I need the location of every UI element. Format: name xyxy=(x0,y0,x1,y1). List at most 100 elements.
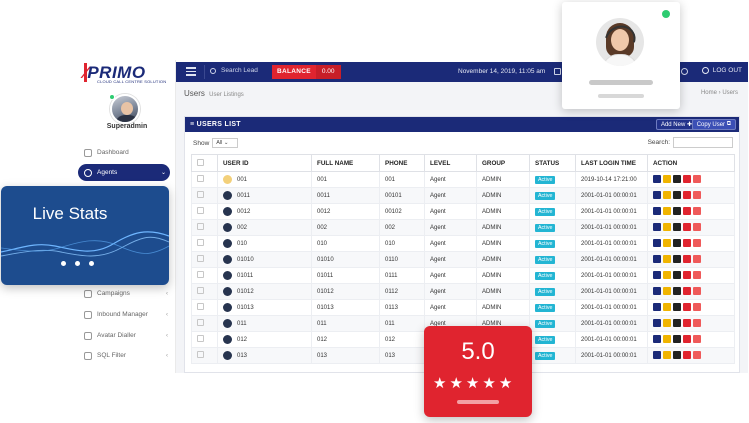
view-user-icon[interactable] xyxy=(653,238,661,247)
sidebar-item-inbound-manager[interactable]: Inbound Manager ‹ xyxy=(78,306,172,323)
view-user-icon[interactable] xyxy=(653,334,661,343)
view-user-icon[interactable] xyxy=(653,350,661,359)
settings-icon[interactable] xyxy=(673,206,681,215)
delete-icon[interactable] xyxy=(683,270,691,279)
sidebar-item-campaigns[interactable]: Campaigns ‹ xyxy=(78,285,172,302)
settings-icon[interactable] xyxy=(673,174,681,183)
row-select-cell[interactable] xyxy=(191,235,218,252)
sidebar-item-agents[interactable]: Agents ⌄ xyxy=(78,164,170,181)
row-select-cell[interactable] xyxy=(191,347,218,364)
delete-icon[interactable] xyxy=(683,302,691,311)
search-lead-button[interactable]: Search Lead xyxy=(210,67,258,74)
row-checkbox[interactable] xyxy=(197,207,204,214)
row-select-cell[interactable] xyxy=(191,299,218,316)
row-checkbox[interactable] xyxy=(197,335,204,342)
row-checkbox[interactable] xyxy=(197,223,204,230)
column-header-level[interactable]: LEVEL xyxy=(424,154,477,172)
edit-icon[interactable] xyxy=(663,222,671,231)
add-new-button[interactable]: Add New ✚ xyxy=(655,119,697,130)
view-user-icon[interactable] xyxy=(653,286,661,295)
settings-icon[interactable] xyxy=(673,350,681,359)
column-header-status[interactable]: STATUS xyxy=(529,154,576,172)
settings-icon[interactable] xyxy=(673,270,681,279)
disable-icon[interactable] xyxy=(693,238,701,247)
table-row[interactable]: 0012 0012 00102 Agent ADMIN Active 2001-01-01 … xyxy=(191,203,735,220)
disable-icon[interactable] xyxy=(693,174,701,183)
settings-icon[interactable] xyxy=(673,190,681,199)
copy-user-button[interactable]: Copy User ⧉ xyxy=(691,119,736,130)
delete-icon[interactable] xyxy=(683,286,691,295)
row-checkbox[interactable] xyxy=(197,191,204,198)
disable-icon[interactable] xyxy=(693,350,701,359)
view-user-icon[interactable] xyxy=(653,222,661,231)
delete-icon[interactable] xyxy=(683,318,691,327)
column-header-group[interactable]: GROUP xyxy=(476,154,530,172)
view-user-icon[interactable] xyxy=(653,174,661,183)
delete-icon[interactable] xyxy=(683,190,691,199)
table-row[interactable]: 01011 01011 0111 Agent ADMIN Active 2001-01-01… xyxy=(191,267,735,284)
edit-icon[interactable] xyxy=(663,238,671,247)
view-user-icon[interactable] xyxy=(653,302,661,311)
column-header-user-id[interactable]: USER ID xyxy=(217,154,312,172)
view-user-icon[interactable] xyxy=(653,254,661,263)
table-row[interactable]: 01010 01010 0110 Agent ADMIN Active 2001-01-01… xyxy=(191,251,735,268)
edit-icon[interactable] xyxy=(663,334,671,343)
brand-logo[interactable]: ⁄PRIMO CLOUD CALL CENTRE SOLUTION xyxy=(84,62,176,84)
row-select-cell[interactable] xyxy=(191,331,218,348)
row-select-cell[interactable] xyxy=(191,187,218,204)
row-checkbox[interactable] xyxy=(197,175,204,182)
row-select-cell[interactable] xyxy=(191,171,218,188)
edit-icon[interactable] xyxy=(663,270,671,279)
disable-icon[interactable] xyxy=(693,318,701,327)
delete-icon[interactable] xyxy=(683,238,691,247)
settings-icon[interactable] xyxy=(673,302,681,311)
edit-icon[interactable] xyxy=(663,350,671,359)
column-header-full-name[interactable]: FULL NAME xyxy=(311,154,380,172)
settings-icon[interactable] xyxy=(673,238,681,247)
table-row[interactable]: 01012 01012 0112 Agent ADMIN Active 2001-01-01… xyxy=(191,283,735,300)
edit-icon[interactable] xyxy=(663,254,671,263)
sidebar-item-sql-filter[interactable]: SQL Filter ‹ xyxy=(78,347,172,364)
disable-icon[interactable] xyxy=(693,206,701,215)
table-row[interactable]: 01013 01013 0113 Agent ADMIN Active 2001-01-01… xyxy=(191,299,735,316)
disable-icon[interactable] xyxy=(693,334,701,343)
show-entries-select[interactable]: All ⌄ xyxy=(212,138,239,148)
headset-icon[interactable] xyxy=(681,68,688,75)
more-dots-icon[interactable] xyxy=(61,261,94,266)
settings-icon[interactable] xyxy=(673,222,681,231)
select-all-checkbox[interactable] xyxy=(197,158,204,166)
row-checkbox[interactable] xyxy=(197,287,204,294)
edit-icon[interactable] xyxy=(663,286,671,295)
search-input[interactable] xyxy=(673,137,733,148)
table-row[interactable]: 0011 0011 00101 Agent ADMIN Active 2001-01-01 … xyxy=(191,187,735,204)
edit-icon[interactable] xyxy=(663,174,671,183)
delete-icon[interactable] xyxy=(683,334,691,343)
row-select-cell[interactable] xyxy=(191,219,218,236)
view-user-icon[interactable] xyxy=(653,270,661,279)
row-checkbox[interactable] xyxy=(197,319,204,326)
disable-icon[interactable] xyxy=(693,302,701,311)
disable-icon[interactable] xyxy=(693,254,701,263)
settings-icon[interactable] xyxy=(673,334,681,343)
edit-icon[interactable] xyxy=(663,318,671,327)
edit-icon[interactable] xyxy=(663,190,671,199)
edit-icon[interactable] xyxy=(663,206,671,215)
row-select-cell[interactable] xyxy=(191,267,218,284)
column-header-select[interactable] xyxy=(191,154,218,172)
row-checkbox[interactable] xyxy=(197,255,204,262)
row-select-cell[interactable] xyxy=(191,251,218,268)
delete-icon[interactable] xyxy=(683,350,691,359)
breadcrumb-home-link[interactable]: Home xyxy=(701,90,717,96)
sidebar-item-avatar-dialler[interactable]: Avatar Dialler ‹ xyxy=(78,327,172,344)
table-row[interactable]: 010 010 010 Agent ADMIN Active 2001-01-01 00:0… xyxy=(191,235,735,252)
row-checkbox[interactable] xyxy=(197,239,204,246)
sidebar-item-dashboard[interactable]: Dashboard xyxy=(78,144,172,161)
row-select-cell[interactable] xyxy=(191,283,218,300)
menu-icon[interactable] xyxy=(186,67,196,76)
column-header-last-login[interactable]: LAST LOGIN TIME xyxy=(575,154,648,172)
delete-icon[interactable] xyxy=(683,174,691,183)
view-user-icon[interactable] xyxy=(653,190,661,199)
edit-icon[interactable] xyxy=(663,302,671,311)
delete-icon[interactable] xyxy=(683,254,691,263)
settings-icon[interactable] xyxy=(673,286,681,295)
